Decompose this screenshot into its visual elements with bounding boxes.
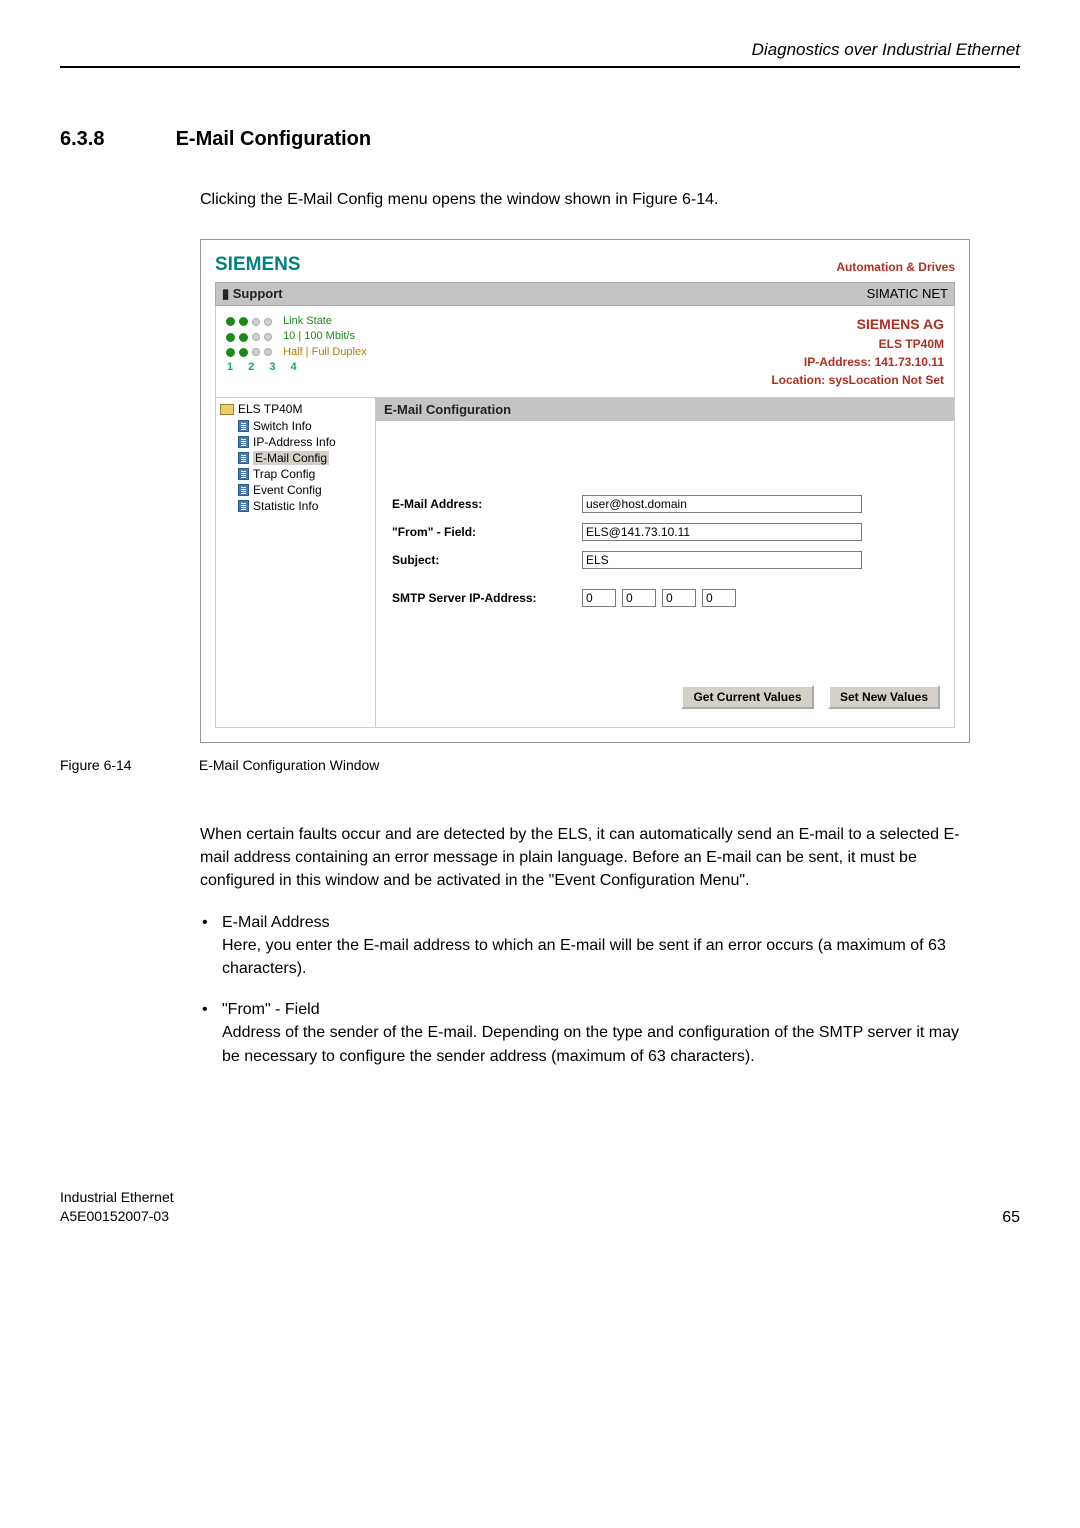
doc-icon — [238, 468, 249, 480]
doc-icon — [238, 452, 249, 464]
device-info: SIEMENS AG ELS TP40M IP-Address: 141.73.… — [771, 314, 944, 389]
set-new-values-button[interactable]: Set New Values — [828, 685, 940, 709]
smtp-octet-1[interactable] — [582, 589, 616, 607]
screenshot-window: SIEMENS Automation & Drives ▮ Support SI… — [200, 239, 970, 743]
email-address-input[interactable] — [582, 495, 862, 513]
bullet-1-text: Here, you enter the E-mail address to wh… — [222, 937, 946, 977]
doc-icon — [238, 484, 249, 496]
subject-label: Subject: — [392, 553, 582, 567]
bullet-email-address: E-Mail Address Here, you enter the E-mai… — [200, 911, 960, 981]
section-number: 6.3.8 — [60, 128, 170, 151]
figure-number: Figure 6-14 — [60, 757, 195, 773]
page-number: 65 — [1002, 1209, 1020, 1227]
smtp-octet-3[interactable] — [662, 589, 696, 607]
tree-root[interactable]: ELS TP40M — [220, 402, 371, 416]
doc-icon — [238, 500, 249, 512]
tree-item-event-config[interactable]: Event Config — [220, 482, 371, 498]
bullet-from-field: "From" - Field Address of the sender of … — [200, 998, 960, 1068]
nav-tree: ELS TP40M Switch Info IP-Address Info E-… — [216, 398, 376, 727]
footer-line-1: Industrial Ethernet — [60, 1188, 174, 1208]
section-title: E-Mail Configuration — [176, 128, 372, 150]
subject-input[interactable] — [582, 551, 862, 569]
tree-item-trap-config[interactable]: Trap Config — [220, 466, 371, 482]
tree-item-email-config[interactable]: E-Mail Config — [220, 450, 371, 466]
support-label: ▮ Support — [222, 286, 283, 302]
bullet-2-heading: "From" - Field — [222, 1001, 320, 1018]
port-numbers: 1 2 3 4 — [226, 360, 367, 375]
email-address-label: E-Mail Address: — [392, 497, 582, 511]
page-footer: Industrial Ethernet A5E00152007-03 65 — [60, 1188, 1020, 1227]
body-paragraph-1: When certain faults occur and are detect… — [200, 823, 960, 893]
doc-icon — [238, 436, 249, 448]
folder-icon — [220, 404, 234, 415]
automation-drives-link[interactable]: Automation & Drives — [836, 254, 955, 276]
figure-title: E-Mail Configuration Window — [199, 757, 380, 773]
simatic-net-label: SIMATIC NET — [867, 286, 948, 302]
tree-item-switch-info[interactable]: Switch Info — [220, 418, 371, 434]
support-bar: ▮ Support SIMATIC NET — [215, 282, 955, 306]
content-header: E-Mail Configuration — [376, 398, 954, 421]
figure-caption: Figure 6-14 E-Mail Configuration Window — [60, 757, 1020, 773]
get-current-values-button[interactable]: Get Current Values — [681, 685, 813, 709]
brand-logo: SIEMENS — [215, 254, 301, 276]
running-header: Diagnostics over Industrial Ethernet — [60, 40, 1020, 68]
footer-line-2: A5E00152007-03 — [60, 1207, 174, 1227]
led-panel: Link State 10 | 100 Mbit/s Half | Full D… — [226, 314, 367, 389]
section-heading: 6.3.8 E-Mail Configuration — [60, 128, 1020, 151]
smtp-octet-2[interactable] — [622, 589, 656, 607]
from-field-label: "From" - Field: — [392, 525, 582, 539]
smtp-octet-4[interactable] — [702, 589, 736, 607]
intro-paragraph: Clicking the E-Mail Config menu opens th… — [200, 191, 1020, 209]
tree-item-ip-address-info[interactable]: IP-Address Info — [220, 434, 371, 450]
tree-item-statistic-info[interactable]: Statistic Info — [220, 498, 371, 514]
bullet-2-text: Address of the sender of the E-mail. Dep… — [222, 1024, 959, 1064]
bullet-1-heading: E-Mail Address — [222, 914, 330, 931]
doc-icon — [238, 420, 249, 432]
from-field-input[interactable] — [582, 523, 862, 541]
smtp-label: SMTP Server IP-Address: — [392, 591, 582, 605]
